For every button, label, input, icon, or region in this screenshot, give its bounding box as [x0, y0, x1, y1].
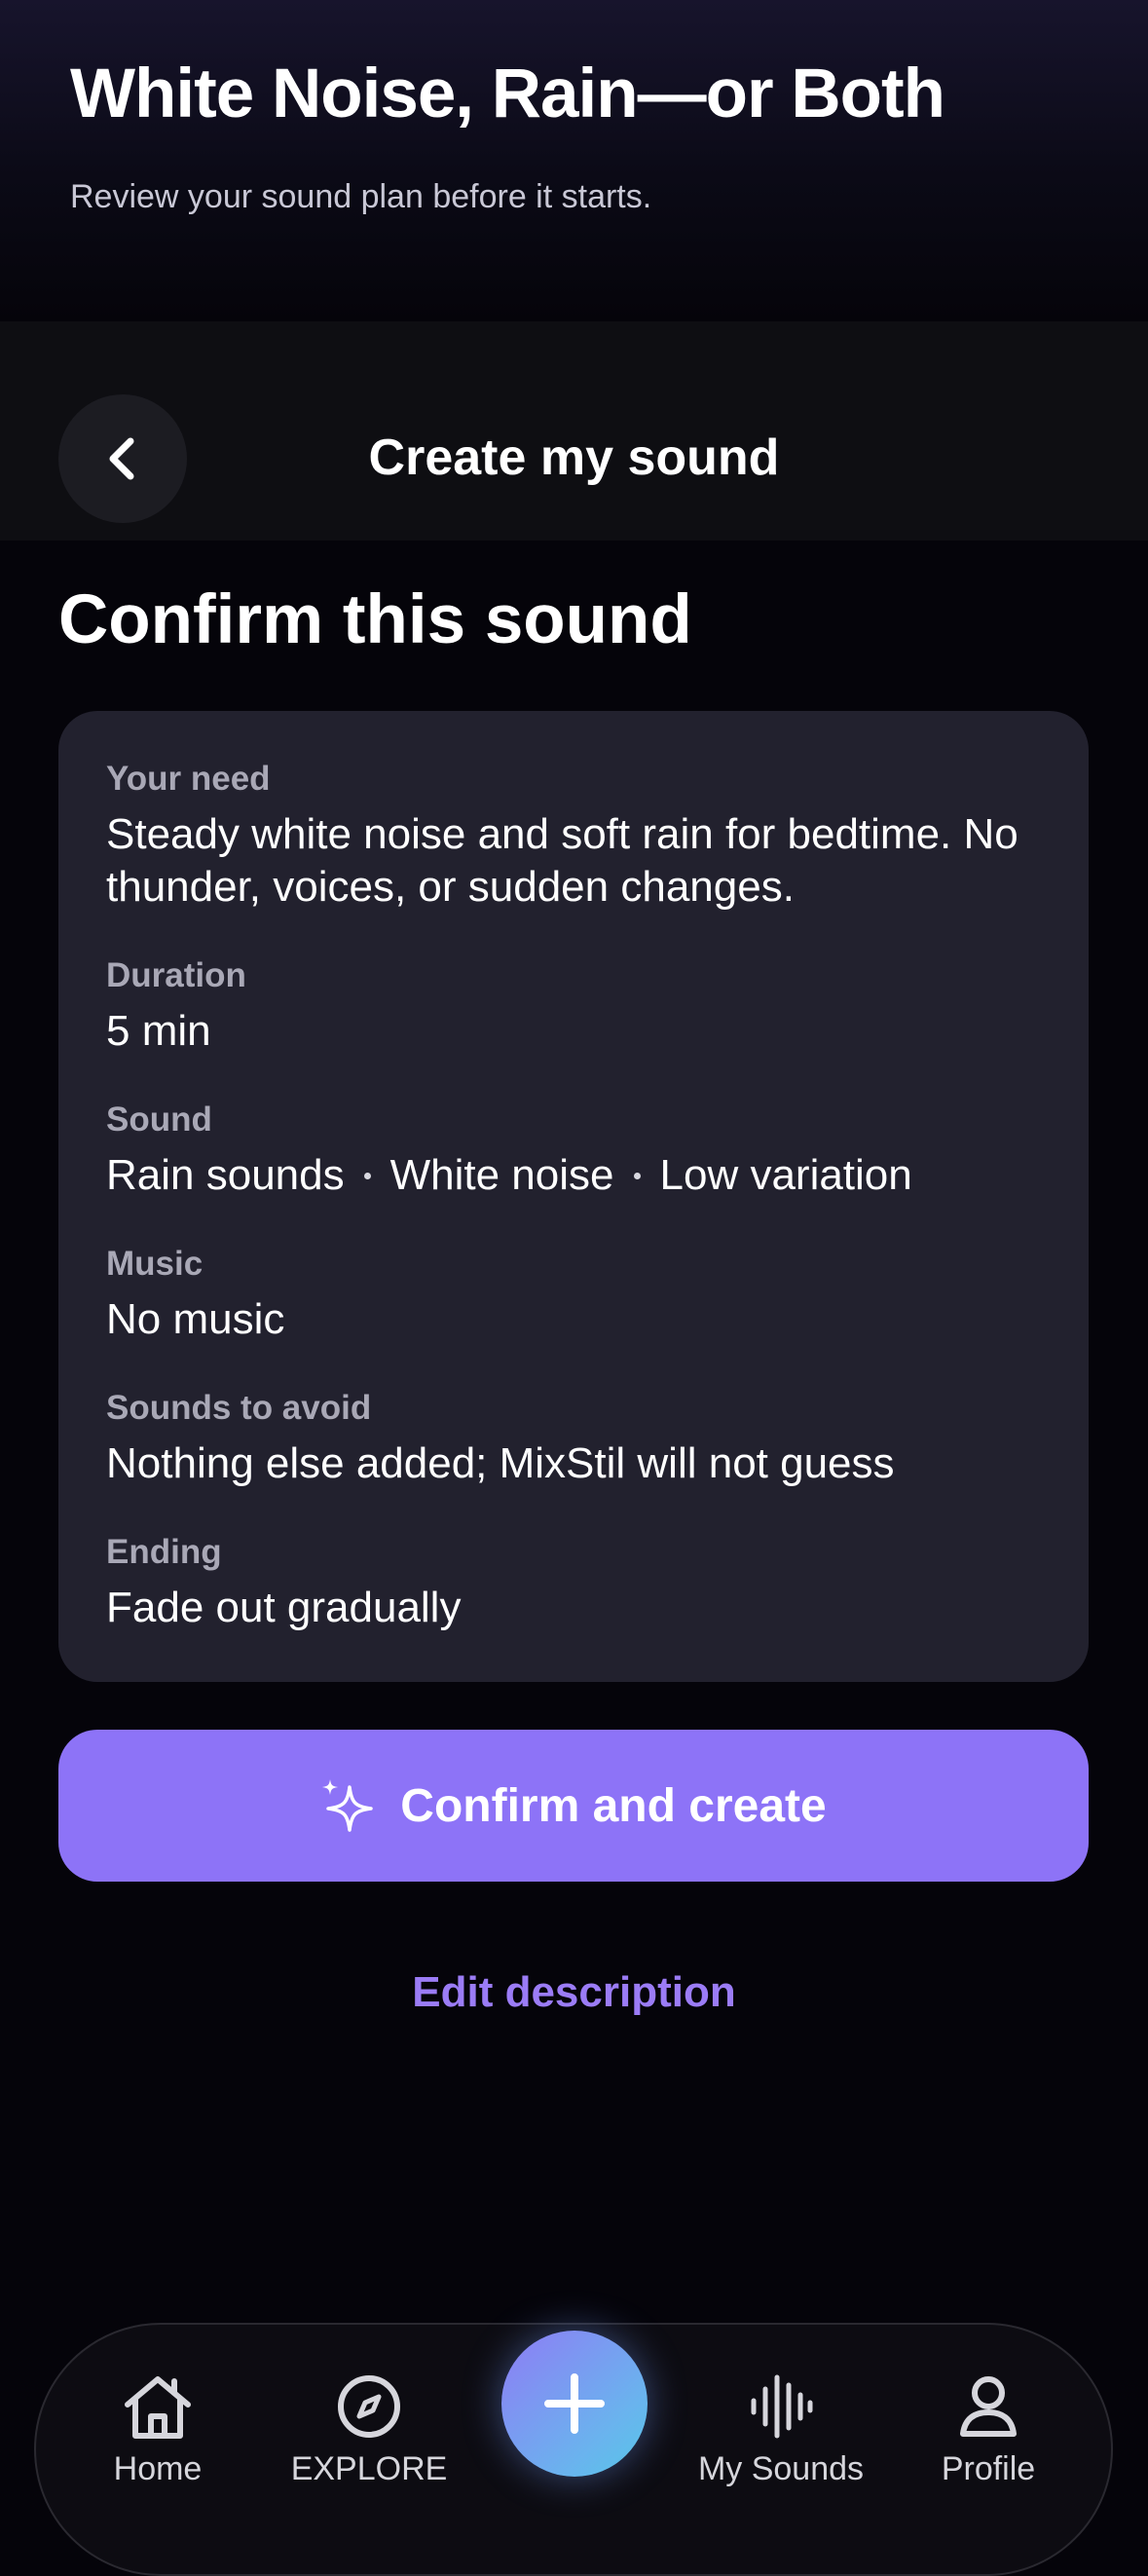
waveform-icon — [751, 2374, 813, 2439]
field-value: 5 min — [106, 1007, 211, 1055]
field-value: No music — [106, 1295, 285, 1343]
tab-explore[interactable]: EXPLORE — [277, 2371, 462, 2488]
field-label: Sounds to avoid — [106, 1389, 372, 1427]
summary-card: Your need Steady white noise and soft ra… — [58, 711, 1089, 1682]
compass-icon — [338, 2375, 400, 2438]
tab-profile[interactable]: Profile — [896, 2371, 1081, 2488]
tab-label: EXPLORE — [290, 2450, 448, 2487]
sparkles-icon — [322, 1779, 374, 1832]
confirm-and-create-button[interactable]: Confirm and create — [58, 1730, 1089, 1882]
page-title: White Noise, Rain—or Both — [70, 56, 945, 132]
field-music: Music No music — [106, 1243, 284, 1346]
field-label: Ending — [106, 1533, 222, 1571]
hero-header: White Noise, Rain—or Both Review your so… — [0, 0, 1148, 321]
page-subtitle: Review your sound plan before it starts. — [70, 178, 652, 215]
edit-description-link[interactable]: Edit description — [0, 1963, 1148, 2022]
nav-header: Create my sound — [0, 321, 1148, 541]
field-value: Steady white noise and soft rain for bed… — [106, 810, 1018, 911]
sound-tag: Rain sounds — [106, 1151, 345, 1199]
tab-home[interactable]: Home — [65, 2371, 250, 2488]
field-label: Music — [106, 1245, 204, 1283]
tab-label: Home — [113, 2450, 203, 2487]
tab-label: Profile — [941, 2450, 1036, 2487]
field-sound: Sound Rain sounds White noise Low variat… — [106, 1099, 912, 1202]
separator-dot — [363, 1172, 371, 1179]
field-value: Nothing else added; MixStil will not gue… — [106, 1439, 895, 1487]
field-need: Your need Steady white noise and soft ra… — [106, 758, 1060, 914]
tab-label: My Sounds — [697, 2450, 865, 2487]
tab-my-sounds[interactable]: My Sounds — [688, 2371, 873, 2488]
field-label: Duration — [106, 956, 246, 994]
home-icon — [125, 2376, 191, 2439]
section-title: Confirm this sound — [58, 581, 692, 658]
separator-dot — [633, 1172, 641, 1179]
add-sound-button[interactable] — [501, 2331, 648, 2477]
field-value: Fade out gradually — [106, 1584, 462, 1631]
field-avoid: Sounds to avoid Nothing else added; MixS… — [106, 1387, 895, 1490]
field-label: Your need — [106, 760, 271, 798]
sound-tag: White noise — [389, 1151, 614, 1199]
sound-tag: Low variation — [659, 1151, 912, 1199]
field-label: Sound — [106, 1101, 212, 1139]
field-duration: Duration 5 min — [106, 954, 246, 1058]
field-ending: Ending Fade out gradually — [106, 1531, 461, 1634]
sound-tags: Rain sounds White noise Low variation — [106, 1149, 912, 1202]
person-icon — [960, 2376, 1017, 2437]
confirm-button-label: Confirm and create — [400, 1779, 827, 1832]
plus-icon — [544, 2373, 605, 2434]
header-title: Create my sound — [368, 429, 780, 486]
